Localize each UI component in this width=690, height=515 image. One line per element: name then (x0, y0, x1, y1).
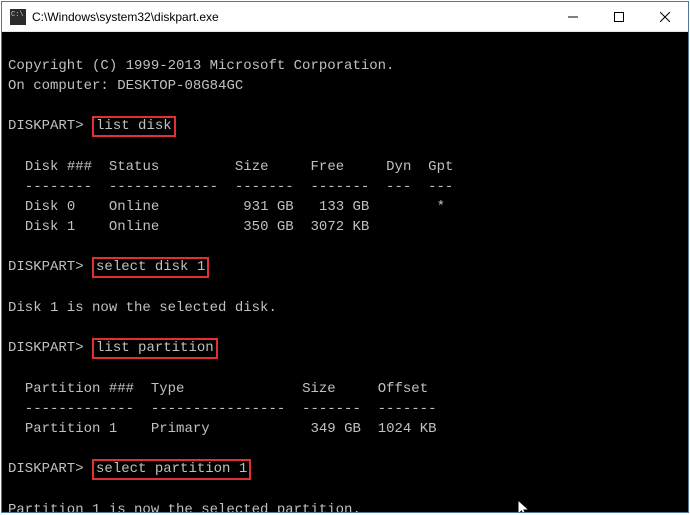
msg-disk-selected: Disk 1 is now the selected disk. (8, 300, 277, 316)
cmd-select-partition: select partition 1 (92, 459, 251, 480)
prompt: DISKPART> (8, 118, 84, 134)
disk0-free: 133 GB (319, 199, 369, 215)
disk1-status: Online (109, 219, 159, 235)
disk0-status: Online (109, 199, 159, 215)
prompt: DISKPART> (8, 340, 84, 356)
terminal-area[interactable]: Copyright (C) 1999-2013 Microsoft Corpor… (2, 32, 688, 512)
disk-hdr-disk: Disk ### (25, 159, 92, 175)
disk1-free: 3072 KB (311, 219, 370, 235)
cmd-select-disk: select disk 1 (92, 257, 209, 278)
disk-hdr-size: Size (235, 159, 269, 175)
titlebar[interactable]: C:\Windows\system32\diskpart.exe (2, 2, 688, 32)
on-computer-label: On computer: (8, 78, 109, 94)
mouse-cursor-icon (517, 499, 533, 512)
part-hdr-offset: Offset (378, 381, 428, 397)
disk0-id: Disk 0 (25, 199, 75, 215)
maximize-icon (614, 12, 624, 22)
disk-hdr-dyn: Dyn (386, 159, 411, 175)
part1-size: 349 GB (310, 421, 360, 437)
close-button[interactable] (642, 2, 688, 31)
disk-hdr-gpt: Gpt (428, 159, 453, 175)
part-hdr-size: Size (302, 381, 336, 397)
app-icon (10, 9, 26, 25)
computer-name: DESKTOP-08G84GC (117, 78, 243, 94)
cmd-list-disk: list disk (92, 116, 176, 137)
disk0-gpt: * (437, 199, 445, 215)
minimize-icon (568, 12, 578, 22)
disk0-size: 931 GB (243, 199, 293, 215)
part1-offset: 1024 KB (378, 421, 437, 437)
disk1-id: Disk 1 (25, 219, 75, 235)
disk-hdr-free: Free (311, 159, 345, 175)
window-title: C:\Windows\system32\diskpart.exe (32, 10, 550, 24)
disk1-size: 350 GB (243, 219, 293, 235)
minimize-button[interactable] (550, 2, 596, 31)
copyright-line: Copyright (C) 1999-2013 Microsoft Corpor… (8, 58, 394, 74)
diskpart-window: C:\Windows\system32\diskpart.exe Copyrig… (1, 1, 689, 513)
part-hdr-part: Partition ### (25, 381, 134, 397)
close-icon (660, 12, 670, 22)
window-controls (550, 2, 688, 31)
prompt: DISKPART> (8, 259, 84, 275)
part-hdr-type: Type (151, 381, 185, 397)
part1-type: Primary (151, 421, 210, 437)
cmd-list-partition: list partition (92, 338, 218, 359)
msg-partition-selected: Partition 1 is now the selected partitio… (8, 502, 361, 512)
part1-id: Partition 1 (25, 421, 117, 437)
maximize-button[interactable] (596, 2, 642, 31)
disk-hdr-status: Status (109, 159, 159, 175)
prompt: DISKPART> (8, 461, 84, 477)
